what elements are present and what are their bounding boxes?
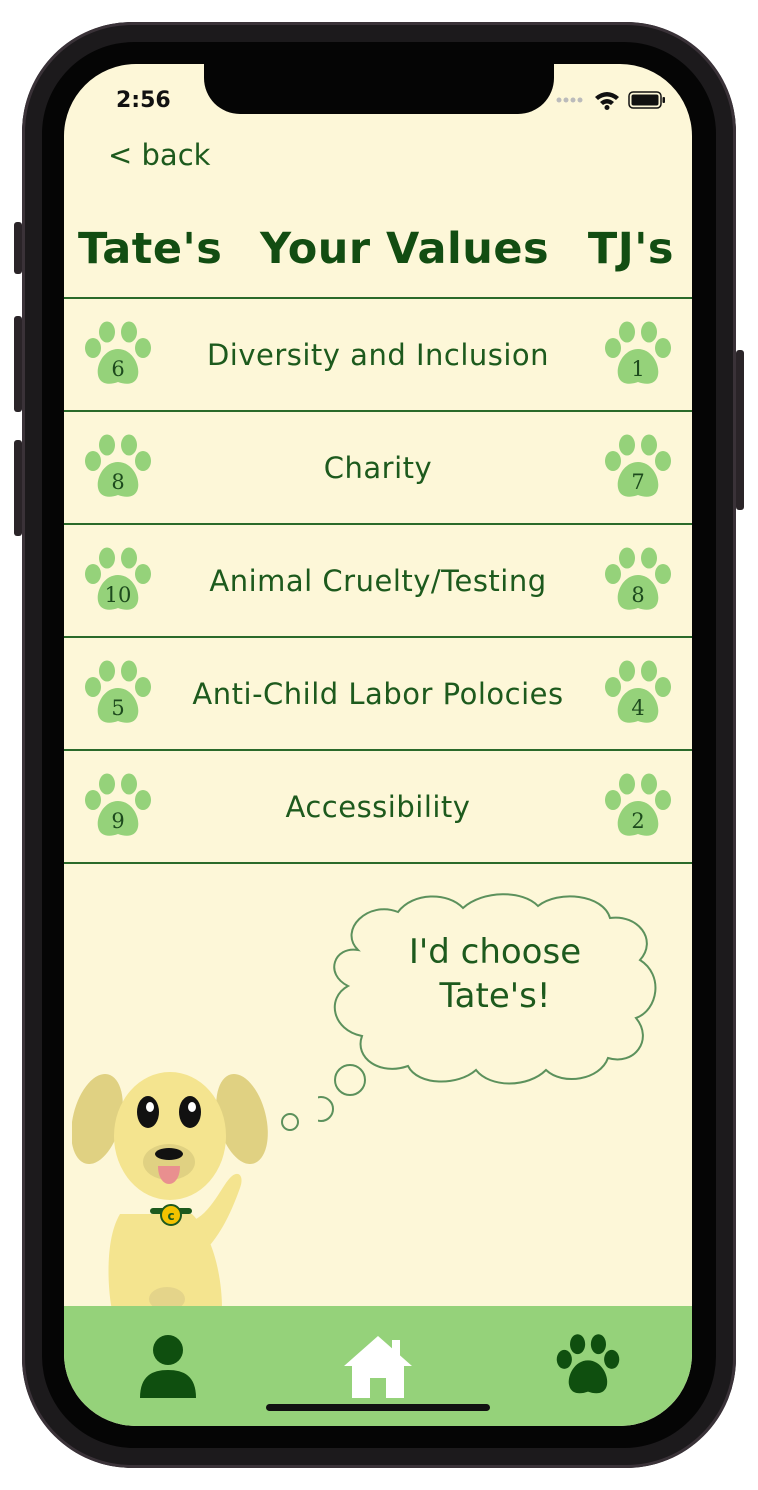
right-score: 8	[631, 583, 645, 607]
power-button	[736, 350, 744, 510]
paw-icon	[556, 1334, 620, 1394]
left-score: 5	[111, 696, 125, 720]
status-icons	[556, 90, 666, 110]
signal-dots-icon	[556, 97, 583, 103]
battery-icon	[628, 91, 665, 109]
thought-line-2: Tate's!	[439, 976, 551, 1016]
wifi-icon	[595, 92, 619, 110]
svg-text:c: c	[167, 1209, 174, 1223]
tab-paw[interactable]	[552, 1330, 624, 1402]
notch	[204, 64, 554, 114]
thought-bubble-text: I'd choose Tate's!	[380, 930, 610, 1018]
values-list: 6 Diversity and Inclusion 1 8 Charity 7 …	[64, 297, 692, 864]
tab-profile[interactable]	[132, 1330, 204, 1402]
value-row[interactable]: 10 Animal Cruelty/Testing 8	[64, 525, 692, 638]
right-score-badge: 2	[600, 773, 676, 841]
value-label: Charity	[323, 450, 433, 485]
volume-up-button	[14, 316, 22, 412]
left-score: 9	[111, 809, 125, 833]
left-score-badge: 10	[80, 547, 156, 615]
right-score-badge: 8	[600, 547, 676, 615]
right-score: 7	[631, 470, 645, 494]
left-brand-heading: Tate's	[78, 224, 223, 274]
value-row[interactable]: 9 Accessibility 2	[64, 751, 692, 864]
right-score-badge: 7	[600, 434, 676, 502]
values-heading: Your Values	[260, 224, 550, 274]
status-time: 2:56	[116, 88, 171, 113]
left-score-badge: 8	[80, 434, 156, 502]
left-score-badge: 9	[80, 773, 156, 841]
left-score: 10	[104, 583, 132, 607]
back-link[interactable]: < back	[108, 138, 210, 172]
value-label: Diversity and Inclusion	[206, 337, 550, 372]
right-score: 2	[631, 809, 645, 833]
thought-line-1: I'd choose	[408, 932, 582, 972]
left-score: 8	[111, 470, 125, 494]
right-brand-heading: TJ's	[587, 224, 674, 274]
thought-dot-small	[281, 1113, 299, 1131]
mute-switch	[14, 222, 22, 274]
left-score: 6	[111, 357, 125, 381]
tab-home[interactable]	[342, 1330, 414, 1402]
right-score-badge: 1	[600, 321, 676, 389]
thought-bubble	[318, 893, 657, 1122]
volume-down-button	[14, 440, 22, 536]
app-screen: 2:56 < back Tate's Your Values TJ's 6 Di…	[64, 64, 692, 1426]
right-score: 1	[631, 357, 645, 381]
right-score-badge: 4	[600, 660, 676, 728]
comparison-header: Tate's Your Values TJ's	[64, 224, 692, 296]
value-label: Animal Cruelty/Testing	[209, 563, 547, 598]
dog-mascot-illustration: c	[72, 1072, 268, 1309]
left-score-badge: 6	[80, 321, 156, 389]
value-row[interactable]: 6 Diversity and Inclusion 1	[64, 299, 692, 412]
right-score: 4	[631, 696, 645, 720]
value-row[interactable]: 5 Anti-Child Labor Polocies 4	[64, 638, 692, 751]
value-label: Anti-Child Labor Polocies	[192, 676, 564, 711]
home-icon	[344, 1336, 412, 1398]
value-label: Accessibility	[285, 789, 471, 824]
person-icon	[140, 1335, 196, 1398]
left-score-badge: 5	[80, 660, 156, 728]
home-indicator[interactable]	[266, 1404, 490, 1411]
value-row[interactable]: 8 Charity 7	[64, 412, 692, 525]
